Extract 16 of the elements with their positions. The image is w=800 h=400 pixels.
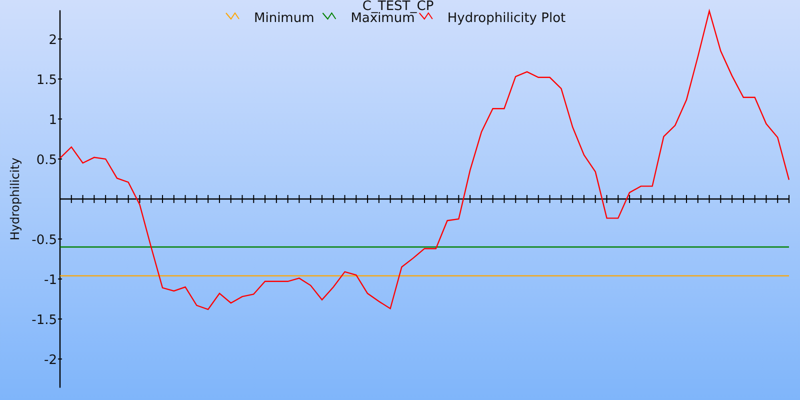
tick-label: 1 bbox=[48, 113, 57, 128]
tick-label: -1.5 bbox=[32, 313, 57, 328]
tick-label: -1 bbox=[44, 273, 57, 288]
zigzag-icon bbox=[322, 12, 336, 20]
axis-title: Hydrophilicity bbox=[8, 158, 22, 240]
tick-label: 2 bbox=[48, 33, 57, 48]
legend-label: Maximum bbox=[350, 11, 415, 26]
chart-title: C_TEST_CP bbox=[362, 0, 434, 14]
tick-label: -2 bbox=[44, 353, 57, 368]
tick-label: 0.5 bbox=[36, 153, 57, 168]
legend-label: Hydrophilicity Plot bbox=[447, 11, 566, 26]
tick-label: 1.5 bbox=[36, 73, 57, 88]
zigzag-icon bbox=[418, 12, 433, 20]
zigzag-icon bbox=[226, 12, 240, 20]
tick-label: -0.5 bbox=[32, 233, 57, 248]
legend-label: Minimum bbox=[254, 11, 314, 26]
